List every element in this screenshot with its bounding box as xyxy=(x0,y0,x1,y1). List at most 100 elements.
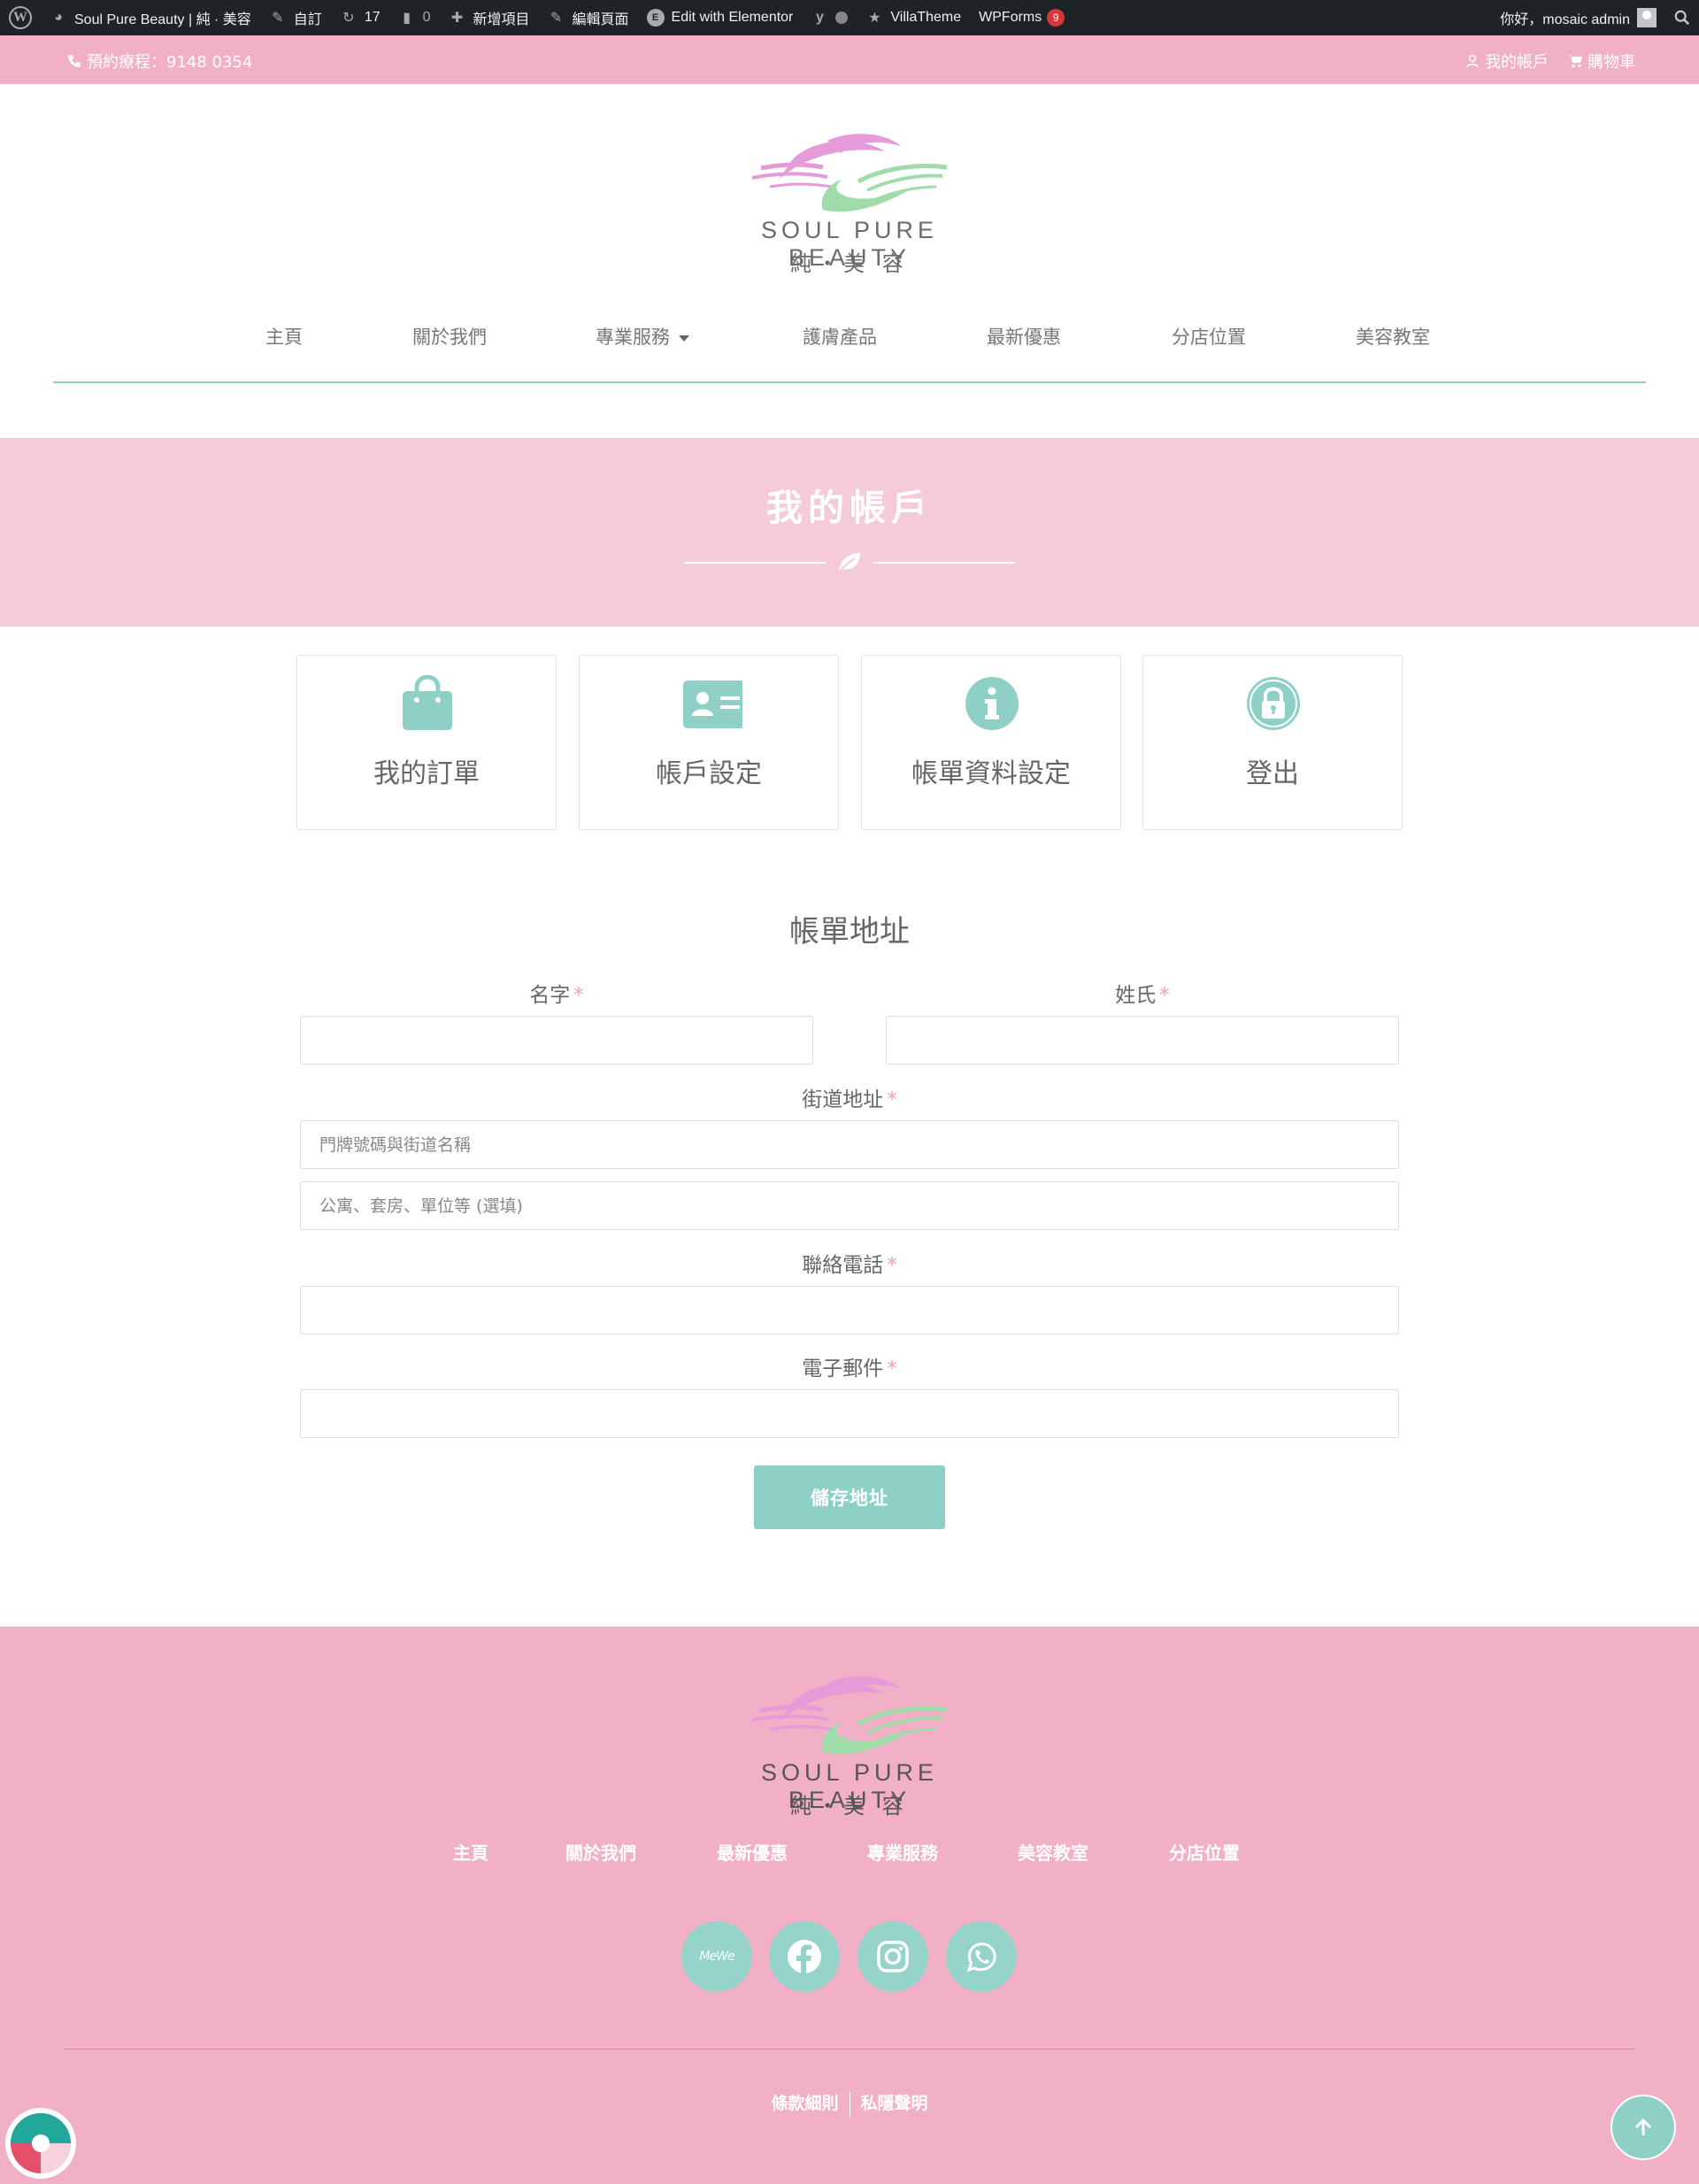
shopping-bag-icon xyxy=(403,675,452,730)
tile-billing-settings[interactable]: 帳單資料設定 xyxy=(861,655,1121,830)
arrow-up-icon xyxy=(1634,2118,1652,2135)
cookie-consent-icon xyxy=(11,2113,71,2173)
required-mark: * xyxy=(573,984,584,1007)
comment-icon: ▮ xyxy=(403,11,411,26)
edit-page-link[interactable]: ✎ 編輯頁面 xyxy=(539,0,638,35)
nav-item-products[interactable]: 護膚產品 xyxy=(803,323,877,350)
my-account-link[interactable]: 我的帳戶 xyxy=(1465,50,1549,73)
back-to-top-button[interactable] xyxy=(1611,2095,1676,2160)
customize-label: 自訂 xyxy=(293,12,322,27)
banner-divider-left xyxy=(684,562,826,564)
street-label-text: 街道地址 xyxy=(802,1088,884,1111)
nav-item-offers[interactable]: 最新優惠 xyxy=(987,323,1061,350)
whatsapp-button[interactable] xyxy=(946,1921,1017,1992)
nav-item-classroom[interactable]: 美容教室 xyxy=(1356,323,1430,350)
cart-link[interactable]: 購物車 xyxy=(1568,50,1635,73)
admin-bar: W ◕ Soul Pure Beauty | 純 · 美容 ✎ 自訂 ↻ 17 … xyxy=(0,0,1699,35)
tile-billing-settings-label: 帳單資料設定 xyxy=(911,758,1071,789)
updates-link[interactable]: ↻ 17 xyxy=(331,0,389,35)
privacy-link[interactable]: 私隱聲明 xyxy=(861,2094,928,2113)
tile-logout[interactable]: 登出 xyxy=(1142,655,1403,830)
cart-label: 購物車 xyxy=(1588,53,1635,72)
street-address-line1-input[interactable] xyxy=(300,1120,1399,1169)
wpforms-badge: 9 xyxy=(1047,9,1065,27)
seo-status-dot-icon xyxy=(835,12,849,24)
banner-divider-right xyxy=(873,562,1015,564)
my-account-label: 我的帳戶 xyxy=(1485,53,1549,72)
tile-my-orders[interactable]: 我的訂單 xyxy=(296,655,557,830)
villatheme-menu[interactable]: ★ VillaTheme xyxy=(857,0,970,35)
phone-label-text: 聯絡電話 xyxy=(802,1254,884,1277)
edit-page-label: 編輯頁面 xyxy=(572,12,629,27)
user-icon xyxy=(1466,54,1479,68)
footer-logo[interactable]: SOUL PURE BEAUTY 純・美 容 xyxy=(699,1671,1000,1821)
booking-phone[interactable]: 預約療程：9148 0354 xyxy=(67,50,252,73)
footer-nav-home[interactable]: 主頁 xyxy=(453,1839,488,1865)
tile-account-settings-label: 帳戶設定 xyxy=(656,758,762,789)
wpforms-label: WPForms xyxy=(979,10,1042,25)
nav-item-locations[interactable]: 分店位置 xyxy=(1172,323,1246,350)
footer-brand-mark xyxy=(751,1676,948,1755)
info-icon xyxy=(965,677,1019,730)
dashboard-icon: ◕ xyxy=(54,10,63,25)
id-card-icon xyxy=(683,681,742,728)
phone-label: 聯絡電話 * xyxy=(300,1248,1399,1278)
site-name-label: Soul Pure Beauty | 純 · 美容 xyxy=(74,12,251,27)
wordpress-menu[interactable]: W xyxy=(0,0,41,35)
email-input[interactable] xyxy=(300,1389,1399,1438)
tile-account-settings[interactable]: 帳戶設定 xyxy=(579,655,839,830)
instagram-icon xyxy=(877,1941,909,1973)
footer-logo-name-zh: 純・美 容 xyxy=(790,1794,909,1819)
save-address-button[interactable]: 儲存地址 xyxy=(754,1465,945,1529)
footer-nav-about[interactable]: 關於我們 xyxy=(565,1839,636,1865)
new-item-label: 新增項目 xyxy=(473,12,530,27)
phone-input[interactable] xyxy=(300,1286,1399,1334)
last-name-label-text: 姓氏 xyxy=(1115,984,1157,1007)
site-name-link[interactable]: ◕ Soul Pure Beauty | 純 · 美容 xyxy=(41,0,260,35)
first-name-label-text: 名字 xyxy=(529,984,571,1007)
footer-nav-classroom[interactable]: 美容教室 xyxy=(1018,1839,1088,1865)
edit-elementor-link[interactable]: E Edit with Elementor xyxy=(638,0,803,35)
cookie-settings-button[interactable] xyxy=(5,2108,76,2179)
yoast-menu[interactable]: y xyxy=(802,0,857,35)
updates-count: 17 xyxy=(364,10,381,25)
tile-logout-label: 登出 xyxy=(1246,758,1299,789)
admin-search-button[interactable] xyxy=(1665,0,1699,35)
tile-my-orders-label: 我的訂單 xyxy=(373,758,480,789)
brush-icon: ✎ xyxy=(272,11,284,26)
wordpress-logo-icon: W xyxy=(9,6,32,29)
terms-link[interactable]: 條款細則 xyxy=(771,2094,838,2113)
required-mark: * xyxy=(887,1088,897,1111)
site-logo[interactable]: SOUL PURE BEAUTY 純・美 容 xyxy=(699,128,1000,279)
refresh-icon: ↻ xyxy=(342,11,355,26)
comments-count: 0 xyxy=(422,10,431,25)
last-name-input[interactable] xyxy=(886,1016,1399,1065)
caret-down-icon xyxy=(679,335,689,342)
wpforms-menu[interactable]: WPForms 9 xyxy=(970,0,1073,35)
nav-item-about[interactable]: 關於我們 xyxy=(412,323,487,350)
yoast-icon: y xyxy=(815,10,824,25)
footer-nav-offers[interactable]: 最新優惠 xyxy=(717,1839,788,1865)
elementor-icon: E xyxy=(646,9,665,27)
comments-link[interactable]: ▮ 0 xyxy=(389,0,440,35)
nav-item-home[interactable]: 主頁 xyxy=(265,323,303,350)
first-name-input[interactable] xyxy=(300,1016,813,1065)
footer-nav-services[interactable]: 專業服務 xyxy=(867,1839,938,1865)
last-name-label: 姓氏 * xyxy=(886,978,1399,1008)
first-name-label: 名字 * xyxy=(300,978,813,1008)
instagram-button[interactable] xyxy=(857,1921,928,1992)
top-bar: 預約療程：9148 0354 我的帳戶 購物車 xyxy=(0,35,1699,84)
star-icon: ★ xyxy=(868,11,881,26)
customize-link[interactable]: ✎ 自訂 xyxy=(260,0,331,35)
user-menu[interactable]: 你好，mosaic admin xyxy=(1491,0,1665,35)
street-address-line2-input[interactable] xyxy=(300,1181,1399,1230)
lock-icon xyxy=(1247,677,1300,730)
street-label: 街道地址 * xyxy=(300,1082,1399,1112)
footer: SOUL PURE BEAUTY 純・美 容 主頁 關於我們 最新優惠 專業服務… xyxy=(0,1626,1699,2184)
footer-nav-locations[interactable]: 分店位置 xyxy=(1169,1839,1240,1865)
new-item-link[interactable]: ✚ 新增項目 xyxy=(440,0,539,35)
mewe-button[interactable]: MeWe xyxy=(681,1921,752,1992)
edit-elementor-label: Edit with Elementor xyxy=(671,10,794,25)
nav-item-services[interactable]: 專業服務 xyxy=(596,323,689,350)
facebook-button[interactable] xyxy=(769,1921,840,1992)
